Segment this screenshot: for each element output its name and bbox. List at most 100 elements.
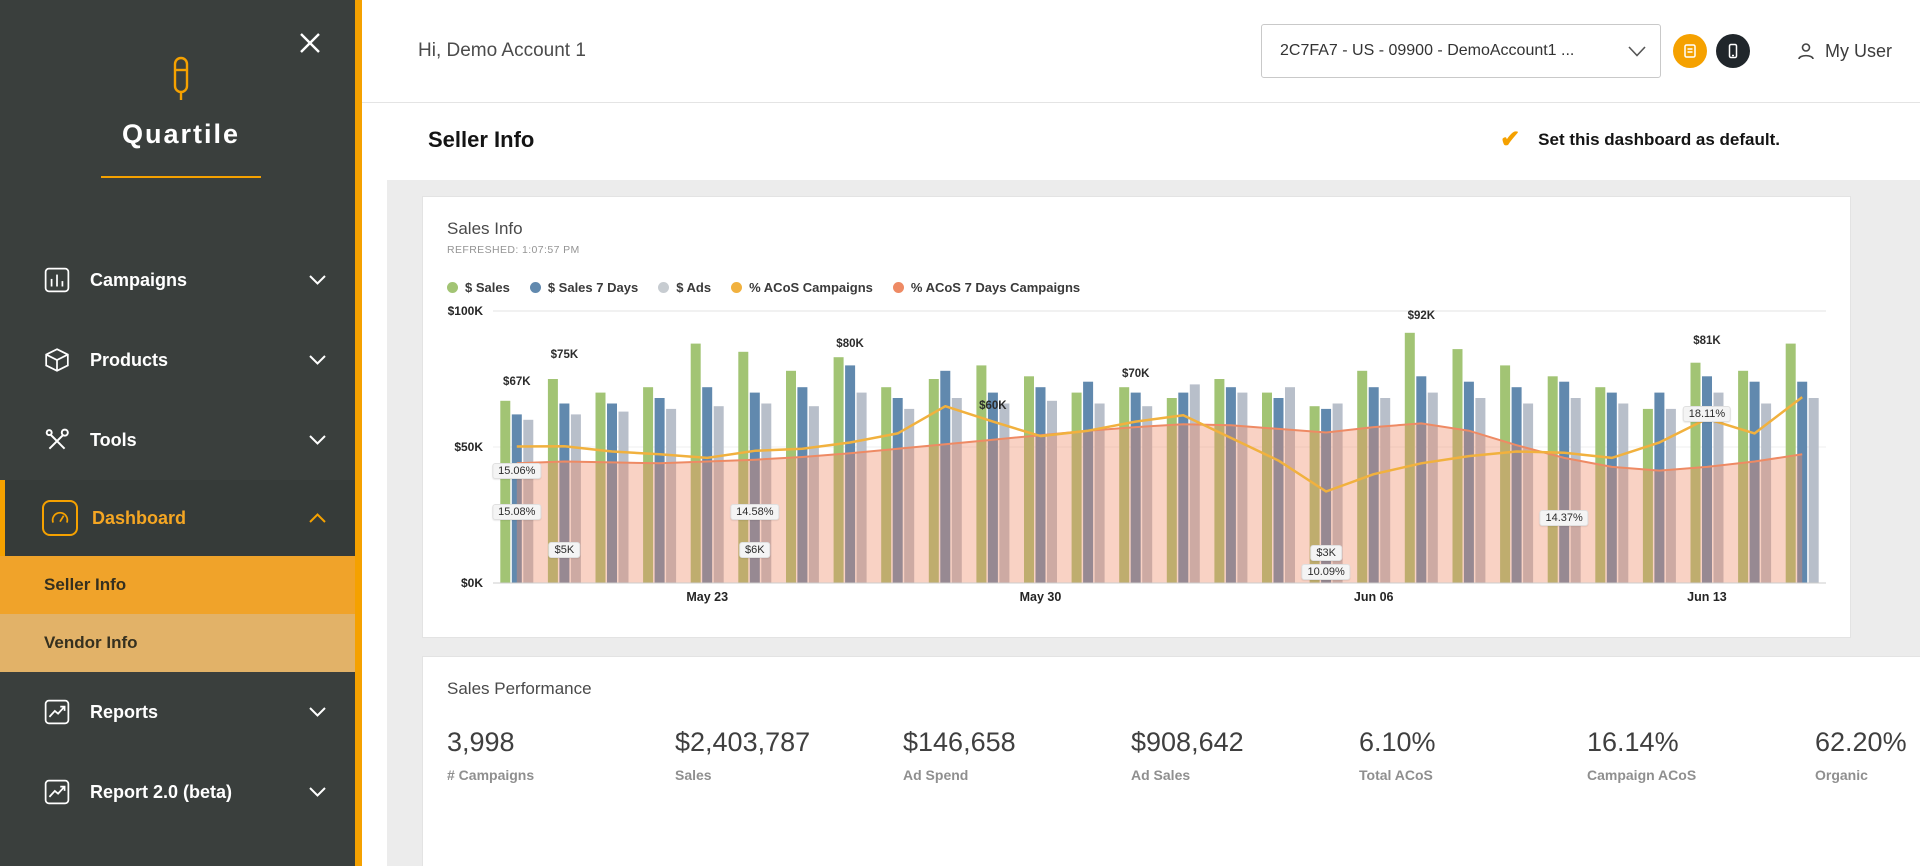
- sidebar-item-tools[interactable]: Tools: [0, 400, 362, 480]
- user-menu[interactable]: My User: [1796, 41, 1892, 62]
- chevron-down-icon: [1628, 46, 1646, 57]
- legend-item[interactable]: % ACoS Campaigns: [731, 280, 873, 295]
- sidebar-item-report-2-0[interactable]: Report 2.0 (beta): [0, 752, 362, 832]
- sidebar-item-seller-info[interactable]: Seller Info: [0, 556, 362, 614]
- card-title: Sales Info: [447, 219, 1826, 239]
- line-chart-icon: [42, 777, 72, 807]
- metric-value: 6.10%: [1359, 727, 1587, 758]
- metric-value: 3,998: [447, 727, 675, 758]
- legend-label: % ACoS 7 Days Campaigns: [911, 280, 1080, 295]
- tools-icon: [42, 425, 72, 455]
- sidebar-accent-strip: [355, 0, 362, 866]
- sidebar-item-campaigns[interactable]: Campaigns: [0, 240, 362, 320]
- sidebar-nav: Campaigns Products Tool: [0, 240, 362, 832]
- sidebar-item-label: Campaigns: [90, 270, 187, 291]
- metric: 3,998# Campaigns: [447, 727, 675, 783]
- metric: $2,403,787 Sales: [675, 727, 903, 783]
- sidebar-item-label: Reports: [90, 702, 158, 723]
- legend-dot: [893, 282, 904, 293]
- chevron-down-icon: [309, 355, 326, 365]
- metric-label: Total ACoS: [1359, 767, 1587, 783]
- gauge-icon: [42, 500, 78, 536]
- dashboard-panel: Sales Info REFRESHED: 1:07:57 PM $ Sales…: [387, 180, 1920, 866]
- metric: 6.10% Total ACoS: [1359, 727, 1587, 783]
- title-row: Seller Info ✔ Set this dashboard as defa…: [362, 103, 1920, 153]
- sales-performance-card: Sales Performance 3,998# Campaigns$2,403…: [422, 656, 1920, 866]
- line-chart-icon: [42, 697, 72, 727]
- sidebar-item-label: Products: [90, 350, 168, 371]
- bar-chart-icon: [42, 265, 72, 295]
- y-axis: $100K $50K $0K: [447, 311, 493, 583]
- orange-badge-button[interactable]: [1673, 34, 1707, 68]
- document-badge-icon: [1682, 43, 1698, 59]
- legend-item[interactable]: $ Sales: [447, 280, 510, 295]
- quartile-logo: Quartile: [0, 56, 362, 178]
- x-axis: May 23May 30Jun 06Jun 13: [493, 583, 1826, 609]
- y-axis-label: $0K: [461, 576, 483, 590]
- metric-label: Organic: [1815, 767, 1920, 783]
- metric-label: Sales: [675, 767, 903, 783]
- chevron-up-icon: [309, 513, 326, 523]
- user-icon: [1796, 41, 1816, 61]
- close-sidebar-button[interactable]: [292, 26, 328, 62]
- legend-item[interactable]: $ Sales 7 Days: [530, 280, 638, 295]
- main-area: Hi, Demo Account 1 2C7FA7 - US - 09900 -…: [362, 0, 1920, 866]
- metric-value: $908,642: [1131, 727, 1359, 758]
- metric: $146,658 Ad Spend: [903, 727, 1131, 783]
- cube-icon: [42, 345, 72, 375]
- chevron-down-icon: [309, 275, 326, 285]
- chevron-down-icon: [309, 707, 326, 717]
- sidebar-item-vendor-info[interactable]: Vendor Info: [0, 614, 362, 672]
- legend-label: % ACoS Campaigns: [749, 280, 873, 295]
- account-selector-value: 2C7FA7 - US - 09900 - DemoAccount1 ...: [1280, 42, 1628, 60]
- sidebar-item-label: Report 2.0 (beta): [90, 782, 232, 803]
- legend-label: $ Ads: [676, 280, 711, 295]
- legend-item[interactable]: % ACoS 7 Days Campaigns: [893, 280, 1080, 295]
- legend-dot: [658, 282, 669, 293]
- sidebar-item-label: Tools: [90, 430, 137, 451]
- sidebar-item-reports[interactable]: Reports: [0, 672, 362, 752]
- sidebar: Quartile Campaigns Products: [0, 0, 362, 866]
- metric-value: $2,403,787: [675, 727, 903, 758]
- top-bar: Hi, Demo Account 1 2C7FA7 - US - 09900 -…: [362, 0, 1920, 103]
- account-selector-dropdown[interactable]: 2C7FA7 - US - 09900 - DemoAccount1 ...: [1261, 24, 1661, 78]
- mobile-badge-button[interactable]: [1716, 34, 1750, 68]
- quartile-logo-icon: [164, 56, 198, 102]
- sales-info-card: Sales Info REFRESHED: 1:07:57 PM $ Sales…: [422, 196, 1851, 638]
- sales-chart-plot[interactable]: $75K$67K15.06%15.08%$5K14.58%$6K$80K$60K…: [493, 311, 1826, 583]
- y-axis-label: $100K: [448, 304, 483, 318]
- refreshed-timestamp: REFRESHED: 1:07:57 PM: [447, 244, 1826, 256]
- content-area: Seller Info ✔ Set this dashboard as defa…: [362, 103, 1920, 866]
- metric-value: 16.14%: [1587, 727, 1815, 758]
- legend-dot: [530, 282, 541, 293]
- set-default-label: Set this dashboard as default.: [1538, 130, 1780, 150]
- legend-item[interactable]: $ Ads: [658, 280, 711, 295]
- page-title: Seller Info: [428, 127, 534, 153]
- top-bar-right: 2C7FA7 - US - 09900 - DemoAccount1 ...: [1261, 24, 1892, 78]
- metric-label: Ad Sales: [1131, 767, 1359, 783]
- metric-label: Ad Spend: [903, 767, 1131, 783]
- sidebar-item-label: Seller Info: [44, 575, 126, 595]
- user-label: My User: [1825, 41, 1892, 62]
- greeting-text: Hi, Demo Account 1: [418, 40, 586, 62]
- metric-value: 62.20%: [1815, 727, 1920, 758]
- metric-value: $146,658: [903, 727, 1131, 758]
- sidebar-item-products[interactable]: Products: [0, 320, 362, 400]
- mobile-device-icon: [1725, 43, 1741, 59]
- sales-chart-svg: [493, 311, 1826, 583]
- check-icon: ✔: [1500, 128, 1520, 152]
- chart-area: $100K $50K $0K $75K$67K15.06%15.08%$5K14…: [447, 311, 1826, 583]
- sidebar-item-label: Vendor Info: [44, 633, 138, 653]
- sidebar-item-dashboard[interactable]: Dashboard: [0, 480, 362, 556]
- x-axis-label: May 30: [1020, 590, 1062, 604]
- logo-text: Quartile: [0, 119, 362, 150]
- y-axis-label: $50K: [454, 440, 483, 454]
- chevron-down-icon: [309, 435, 326, 445]
- chevron-down-icon: [309, 787, 326, 797]
- metrics-row: 3,998# Campaigns$2,403,787Sales$146,658A…: [447, 727, 1920, 783]
- legend-dot: [447, 282, 458, 293]
- x-axis-label: May 23: [686, 590, 728, 604]
- legend-dot: [731, 282, 742, 293]
- metric: 16.14%Campaign ACoS: [1587, 727, 1815, 783]
- set-default-dashboard-toggle[interactable]: ✔ Set this dashboard as default.: [1500, 128, 1780, 152]
